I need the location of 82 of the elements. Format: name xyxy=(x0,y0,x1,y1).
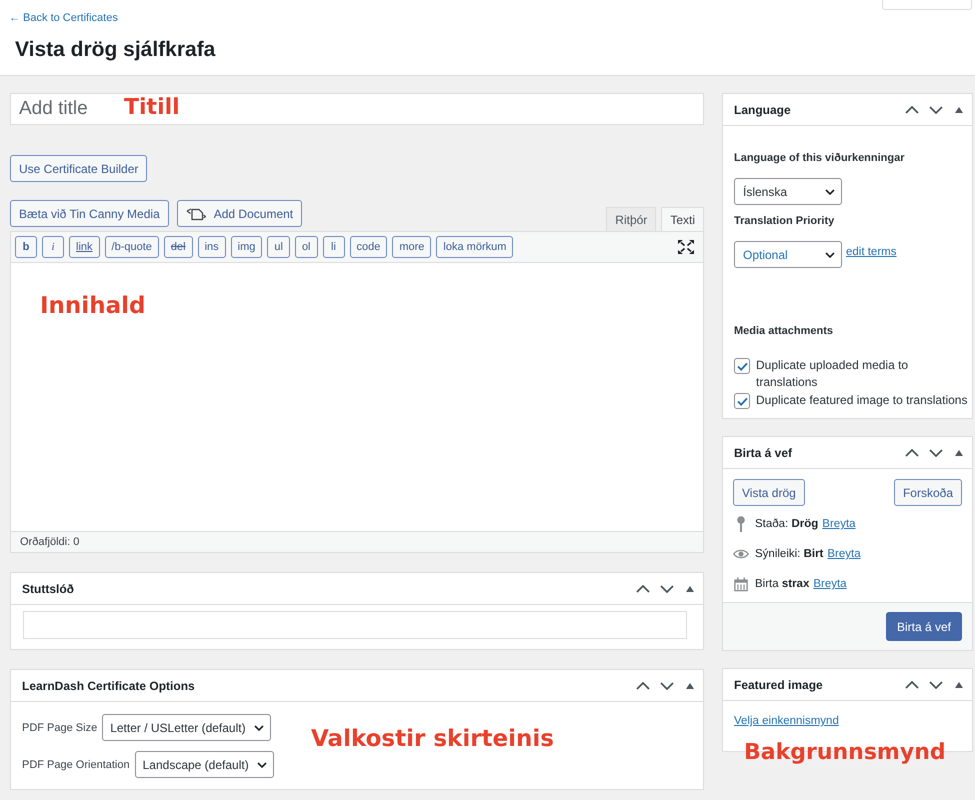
chevron-up-icon[interactable] xyxy=(905,448,919,456)
caret-icon xyxy=(256,762,267,768)
editor-tab[interactable]: Ritþór xyxy=(606,207,656,232)
checkbox[interactable] xyxy=(734,393,750,409)
field-label: PDF Page Orientation xyxy=(22,758,130,770)
option-select[interactable]: Landscape (default) xyxy=(134,751,274,778)
post-status-text: Staða: Drög xyxy=(755,518,818,530)
chevron-down-icon[interactable] xyxy=(660,584,674,592)
visibility-text: Sýnileiki: Birt xyxy=(755,548,824,560)
format-button[interactable]: /b-quote xyxy=(104,236,159,258)
triangle-up-icon[interactable] xyxy=(955,450,963,456)
checkmark-icon xyxy=(736,362,748,370)
chevron-up-icon[interactable] xyxy=(905,106,919,114)
calendar-icon xyxy=(734,576,748,592)
add-document-button[interactable]: Add Document xyxy=(176,200,302,227)
format-button[interactable]: ol xyxy=(294,236,318,258)
add-media-button[interactable]: Bæta við Tin Canny Media xyxy=(10,200,169,227)
annotation-label: Innihald xyxy=(40,293,146,320)
editor-text-area[interactable]: Innihald xyxy=(11,263,703,531)
edit-link[interactable]: Breyta xyxy=(822,518,856,530)
eye-icon xyxy=(733,548,749,560)
publish-button[interactable]: Birta á vef xyxy=(886,612,962,641)
field-label: Language of this viðurkenningar xyxy=(734,151,906,166)
bold-button[interactable]: b xyxy=(15,236,37,258)
field-label: PDF Page Size xyxy=(22,722,98,734)
chevron-up-icon[interactable] xyxy=(636,682,650,690)
panel-title: Stuttslóð xyxy=(22,582,75,596)
format-button[interactable]: ins xyxy=(198,236,226,258)
chevron-down-icon[interactable] xyxy=(929,106,943,114)
fullscreen-icon[interactable] xyxy=(678,240,694,254)
panel-title: Birta á vef xyxy=(734,446,794,460)
chevron-down-icon[interactable] xyxy=(660,682,674,690)
chevron-down-icon[interactable] xyxy=(929,448,943,456)
panel-title: LearnDash Certificate Options xyxy=(22,678,196,692)
checkbox-label: Duplicate featured image to translations xyxy=(756,392,968,409)
format-button[interactable]: more xyxy=(392,236,432,258)
caret-icon xyxy=(825,252,835,258)
back-link[interactable]: ← Back to Certificates xyxy=(9,12,118,25)
edit-link[interactable]: Breyta xyxy=(813,578,847,590)
checkmark-icon xyxy=(736,396,748,406)
editor-tab[interactable]: Texti xyxy=(661,207,704,232)
document-icon xyxy=(186,206,206,220)
panel-title: Language xyxy=(734,102,792,116)
set-image-link[interactable]: Velja einkennismynd xyxy=(734,715,839,727)
format-button[interactable]: code xyxy=(350,236,388,258)
field-label: Translation Priority xyxy=(734,214,836,229)
italic-button[interactable]: i xyxy=(42,236,64,258)
strikethrough-button[interactable]: del xyxy=(164,236,193,258)
format-button[interactable]: img xyxy=(230,236,262,258)
priority-select[interactable]: Optional xyxy=(734,241,842,268)
triangle-up-icon[interactable] xyxy=(686,586,694,592)
triangle-up-icon[interactable] xyxy=(686,682,694,688)
language-select[interactable]: Íslenska xyxy=(734,178,842,205)
format-button[interactable]: ul xyxy=(267,236,290,258)
slug-input[interactable] xyxy=(23,611,687,639)
word-count: Orðafjöldi: 0 xyxy=(20,536,80,548)
caret-icon xyxy=(825,188,835,194)
checkbox-label: Duplicate uploaded media to translations xyxy=(756,357,910,391)
format-button[interactable]: loka mörkum xyxy=(436,236,514,258)
page-title: Vista drög sjálfkrafa xyxy=(15,37,216,63)
panel-title: Featured image xyxy=(734,678,824,692)
preview-button[interactable]: Forskoða xyxy=(894,479,962,506)
annotation-label: Bakgrunnsmynd xyxy=(744,740,946,766)
save-draft-button[interactable]: Vista drög xyxy=(733,479,805,506)
triangle-up-icon[interactable] xyxy=(955,106,963,112)
caret-icon xyxy=(254,724,264,730)
annotation-label: Valkostir skirteinis xyxy=(311,726,554,752)
format-button[interactable]: li xyxy=(322,236,344,258)
certificate-builder-button[interactable]: Use Certificate Builder xyxy=(10,155,148,182)
pin-icon xyxy=(736,516,746,532)
option-select[interactable]: Letter / USLetter (default) xyxy=(102,714,271,741)
checkbox[interactable] xyxy=(734,358,750,374)
triangle-up-icon[interactable] xyxy=(955,682,963,688)
edit-terms-link[interactable]: edit terms xyxy=(846,246,896,258)
publish-time-text: Birta strax xyxy=(755,578,810,590)
section-heading: Media attachments xyxy=(734,324,834,339)
chevron-down-icon[interactable] xyxy=(929,680,943,688)
link-button[interactable]: link xyxy=(69,236,100,258)
chevron-up-icon[interactable] xyxy=(905,680,919,688)
chevron-up-icon[interactable] xyxy=(636,584,650,592)
annotation-label: Titill xyxy=(124,95,180,120)
edit-link[interactable]: Breyta xyxy=(827,548,861,560)
